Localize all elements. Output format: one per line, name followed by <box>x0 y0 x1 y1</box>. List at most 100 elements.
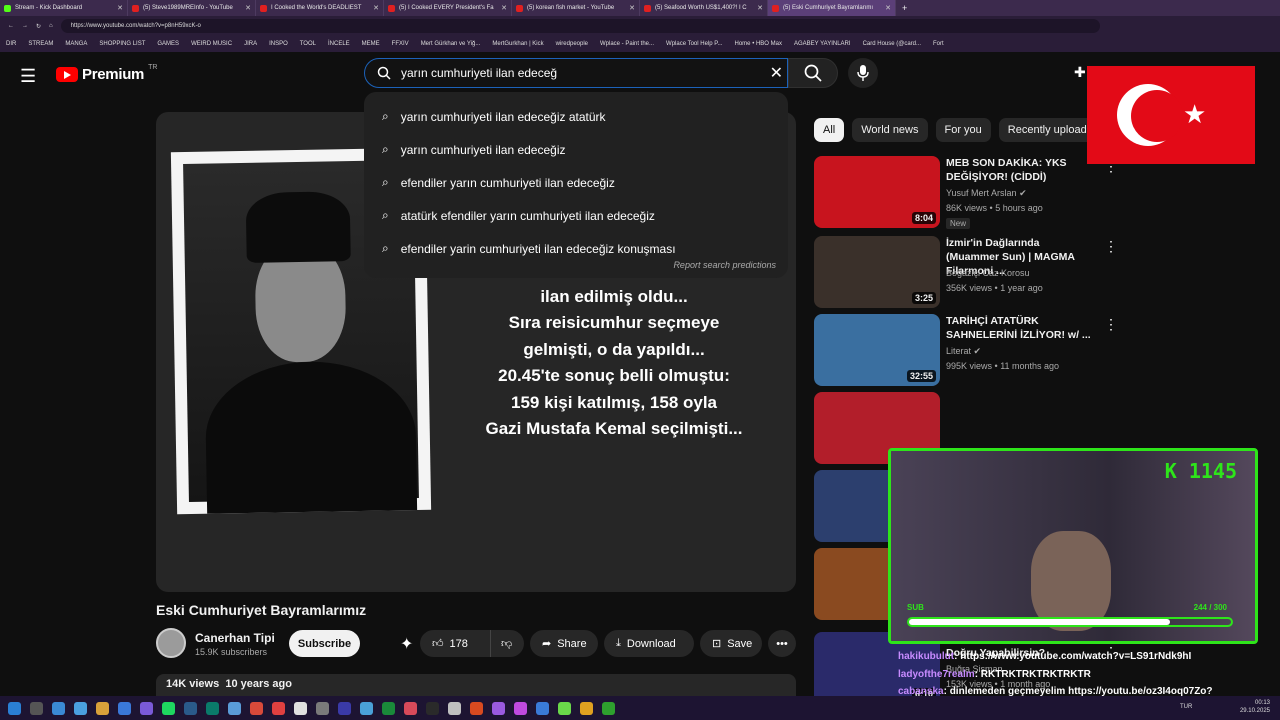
bookmark-item[interactable]: FFXIV <box>392 41 409 47</box>
subscribe-button[interactable]: Subscribe <box>289 630 360 657</box>
suggestion-item[interactable]: ⌕ yarın cumhuriyeti ilan edeceğiz atatürk <box>364 100 788 133</box>
bookmark-item[interactable]: TOOL <box>300 41 316 47</box>
taskbar-app-icon[interactable] <box>338 701 351 715</box>
close-icon[interactable]: ✕ <box>245 4 251 12</box>
taskbar-app-icon[interactable] <box>162 701 175 715</box>
share-button[interactable]: ➦ Share <box>530 630 598 657</box>
bookmark-item[interactable]: MANGA <box>65 41 87 47</box>
taskbar-app-icon[interactable] <box>316 701 329 715</box>
system-clock[interactable]: 00:13 29.10.2025 <box>1240 699 1270 715</box>
bookmark-item[interactable]: DIR <box>6 41 16 47</box>
taskbar-app-icon[interactable] <box>184 701 197 715</box>
browser-tab-active[interactable]: (5) Eski Cumhuriyet Bayramlarımı ✕ <box>768 0 896 16</box>
bookmark-item[interactable]: wiredpeople <box>556 41 588 47</box>
close-icon[interactable]: ✕ <box>373 4 379 12</box>
close-icon[interactable]: ✕ <box>757 4 763 12</box>
suggestion-item[interactable]: ⌕ atatürk efendiler yarın cumhuriyeti ila… <box>364 199 788 232</box>
suggestion-item[interactable]: ⌕ yarın cumhuriyeti ilan edeceğiz <box>364 133 788 166</box>
taskbar-app-icon[interactable] <box>514 701 527 715</box>
recommendation-item[interactable]: 32:55 TARİHÇİ ATATÜRK SAHNELERİNİ İZLİYOR… <box>814 314 1124 386</box>
browser-tab[interactable]: I Cooked the World's DEADLIEST ✕ <box>256 0 384 16</box>
recommendation-item[interactable]: 8:04 MEB SON DAKİKA: YKS DEĞİŞİYOR! (CİDD… <box>814 156 1124 229</box>
reload-icon[interactable]: ↻ <box>36 23 41 30</box>
browser-tab[interactable]: (5) korean fish market - YouTube ✕ <box>512 0 640 16</box>
bookmark-item[interactable]: SHOPPING LIST <box>99 41 145 47</box>
close-icon[interactable]: ✕ <box>885 4 891 12</box>
forward-icon[interactable]: → <box>22 23 28 29</box>
chip-for-you[interactable]: For you <box>935 118 991 142</box>
chip-all[interactable]: All <box>814 118 845 142</box>
bookmark-item[interactable]: JIRA <box>244 41 257 47</box>
close-icon[interactable]: ✕ <box>629 4 635 12</box>
close-icon[interactable]: ✕ <box>117 4 123 12</box>
recommendation-channel[interactable]: Boğaziçi Caz Korosu <box>946 268 1030 278</box>
taskbar-app-icon[interactable] <box>8 701 21 715</box>
menu-icon[interactable]: ☰ <box>20 66 36 87</box>
taskbar-app-icon[interactable] <box>228 701 241 715</box>
chip-world-news[interactable]: World news <box>852 118 928 142</box>
taskbar-app-icon[interactable] <box>404 701 417 715</box>
dislike-button[interactable]: 👎︎ <box>490 630 524 657</box>
taskbar-app-icon[interactable] <box>580 701 593 715</box>
like-button[interactable]: 👍︎ 178 <box>420 630 490 657</box>
bookmark-item[interactable]: STREAM <box>28 41 53 47</box>
more-actions-button[interactable]: ••• <box>768 630 796 657</box>
taskbar-app-icon[interactable] <box>470 701 483 715</box>
new-tab-icon[interactable]: + <box>902 3 907 13</box>
taskbar-app-icon[interactable] <box>602 701 615 715</box>
bookmark-item[interactable]: Wplace Tool Help P... <box>666 41 722 47</box>
recommendation-title[interactable]: TARİHÇİ ATATÜRK SAHNELERİNİ İZLİYOR! w/ … <box>946 314 1092 342</box>
taskbar-app-icon[interactable] <box>96 701 109 715</box>
recommendation-item[interactable]: 3:25 İzmir'in Dağlarında (Muammer Sun) | … <box>814 236 1124 308</box>
bookmark-item[interactable]: MertGurkhan | Kick <box>492 41 543 47</box>
video-thumbnail[interactable]: 32:55 <box>814 314 940 386</box>
youtube-logo[interactable]: Premium TR <box>56 64 157 83</box>
home-icon[interactable]: ⌂ <box>49 23 53 29</box>
bookmark-item[interactable]: GAMES <box>157 41 179 47</box>
bookmark-item[interactable]: Home • HBO Max <box>735 41 782 47</box>
channel-name[interactable]: Canerhan Tipi <box>195 631 275 645</box>
recommendation-title[interactable]: MEB SON DAKİKA: YKS DEĞİŞİYOR! (CİDDİ) <box>946 156 1092 184</box>
bookmark-item[interactable]: INSPO <box>269 41 288 47</box>
bookmark-item[interactable]: Fort <box>933 41 944 47</box>
channel-avatar[interactable] <box>156 628 186 658</box>
taskbar-app-icon[interactable] <box>52 701 65 715</box>
taskbar-app-icon[interactable] <box>360 701 373 715</box>
bookmark-item[interactable]: Mert Gürkhan ve Yiğ... <box>421 41 481 47</box>
browser-tab[interactable]: Stream - Kick Dashboard ✕ <box>0 0 128 16</box>
taskbar-app-icon[interactable] <box>558 701 571 715</box>
voice-search-button[interactable] <box>848 58 878 88</box>
more-vert-icon[interactable]: ⋮ <box>1104 316 1118 333</box>
taskbar-app-icon[interactable] <box>74 701 87 715</box>
bookmark-item[interactable]: MEME <box>362 41 380 47</box>
recommendation-channel[interactable]: Literat ✔ <box>946 346 981 357</box>
taskbar-app-icon[interactable] <box>492 701 505 715</box>
taskbar-app-icon[interactable] <box>272 701 285 715</box>
input-language[interactable]: TUR <box>1180 704 1192 710</box>
clear-search-icon[interactable]: ✕ <box>770 63 783 83</box>
taskbar-app-icon[interactable] <box>536 701 549 715</box>
video-thumbnail[interactable]: 3:25 <box>814 236 940 308</box>
taskbar-app-icon[interactable] <box>118 701 131 715</box>
bookmark-item[interactable]: AGABEY YAYINLARI <box>794 41 851 47</box>
close-icon[interactable]: ✕ <box>501 4 507 12</box>
browser-tab[interactable]: (5) Seafood Worth US$1,400?! I C ✕ <box>640 0 768 16</box>
taskbar-app-icon[interactable] <box>30 701 43 715</box>
back-icon[interactable]: ← <box>8 23 14 29</box>
sparkle-icon[interactable]: ✦ <box>400 634 413 654</box>
description-box[interactable]: 14K views 10 years ago <box>156 674 796 698</box>
report-predictions-link[interactable]: Report search predictions <box>673 260 776 270</box>
url-field[interactable]: https://www.youtube.com/watch?v=p8nH59xc… <box>60 19 1100 33</box>
suggestion-item[interactable]: ⌕ efendiler yarın cumhuriyeti ilan edeceğ… <box>364 166 788 199</box>
taskbar-app-icon[interactable] <box>140 701 153 715</box>
bookmark-item[interactable]: Wplace - Paint the... <box>600 41 654 47</box>
recommendation-channel[interactable]: Yusuf Mert Arslan ✔ <box>946 188 1027 199</box>
bookmark-item[interactable]: İNCELE <box>328 41 350 47</box>
search-button[interactable] <box>788 58 838 88</box>
more-vert-icon[interactable]: ⋮ <box>1104 238 1118 255</box>
bookmark-item[interactable]: WEIRD MUSIC <box>191 41 232 47</box>
download-button[interactable]: ⤓ Download <box>604 630 694 657</box>
search-input[interactable]: yarın cumhuriyeti ilan edeceğ <box>401 66 557 80</box>
taskbar-app-icon[interactable] <box>206 701 219 715</box>
taskbar-app-icon[interactable] <box>250 701 263 715</box>
